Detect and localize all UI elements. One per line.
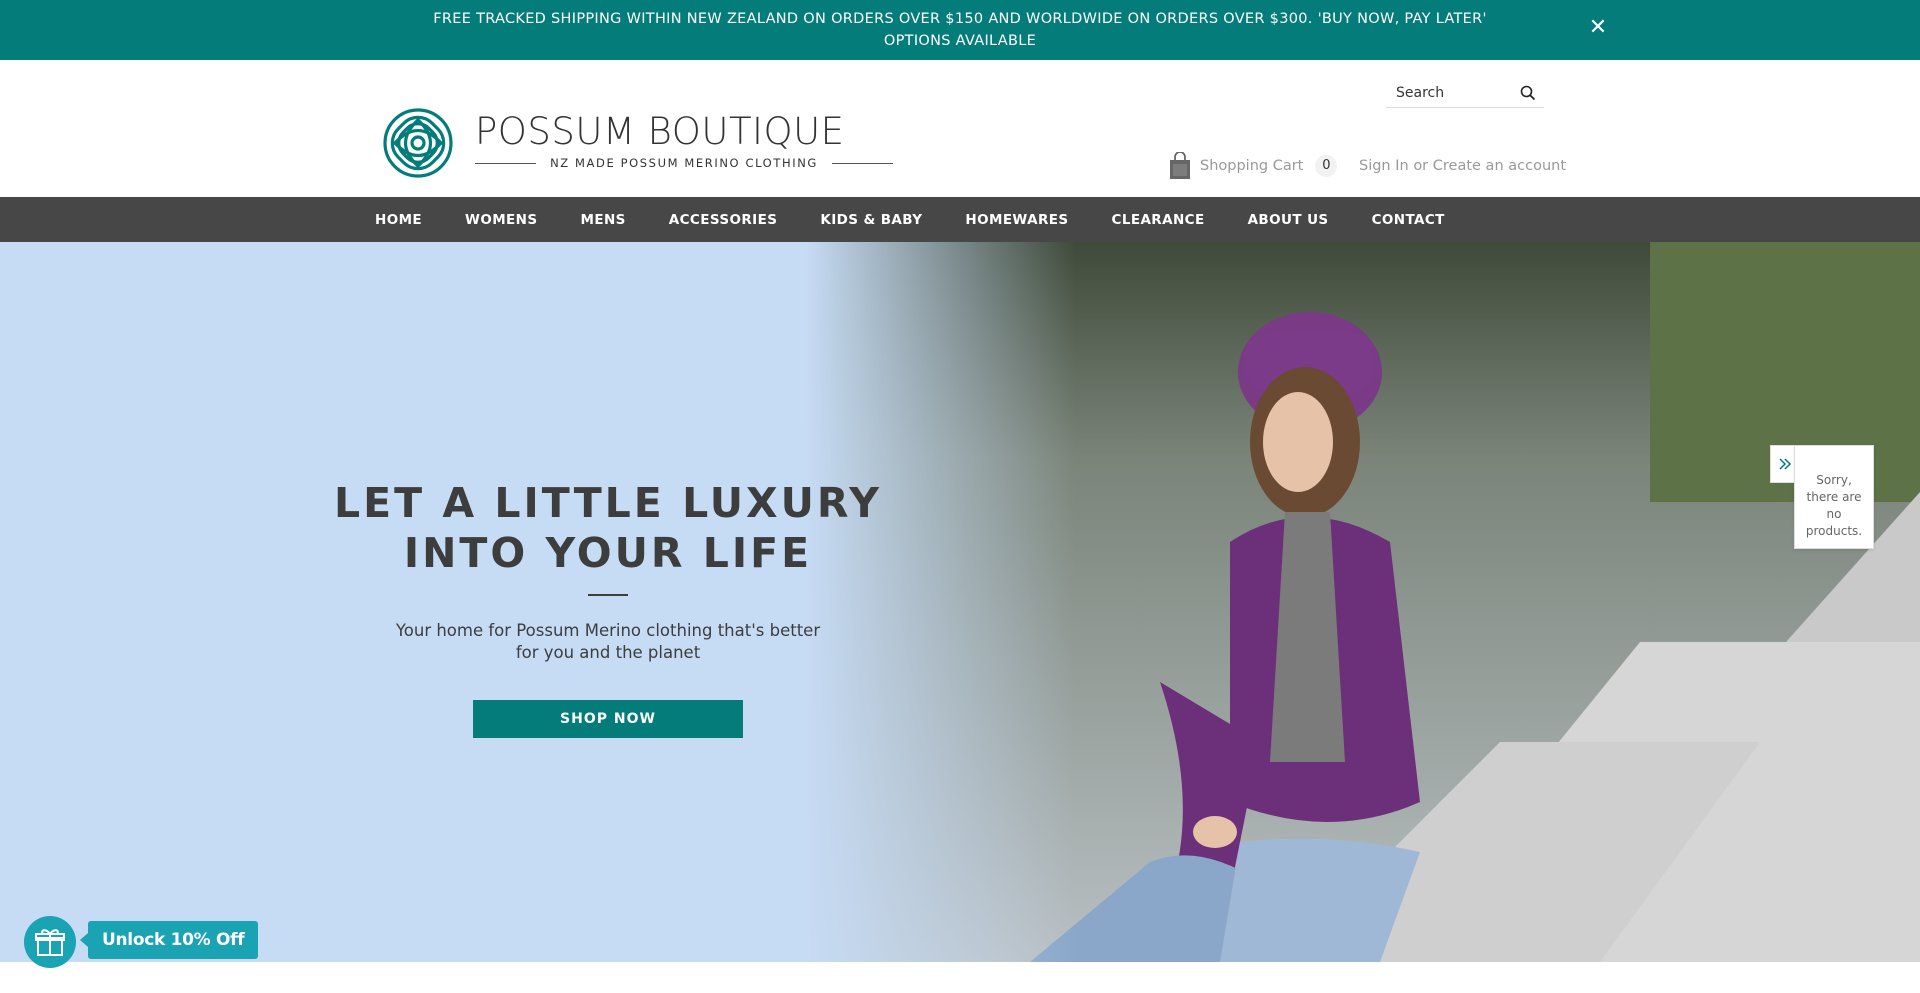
hero-subtitle: Your home for Possum Merino clothing tha… [395, 621, 821, 662]
hero-photo [0, 242, 1920, 962]
logo-knot-icon [383, 108, 453, 178]
nav-item-homewares[interactable]: HOMEWARES [965, 212, 1068, 228]
unlock-discount-button[interactable]: Unlock 10% Off [79, 921, 259, 959]
shopping-cart-link[interactable]: Shopping Cart 0 [1168, 152, 1338, 180]
logo-name: POSSUM BOUTIQUE [475, 110, 845, 153]
site-header: POSSUM BOUTIQUE NZ MADE POSSUM MERINO CL… [0, 60, 1920, 197]
logo-tagline: NZ MADE POSSUM MERINO CLOTHING [475, 156, 894, 170]
shop-now-button[interactable]: SHOP NOW [473, 700, 743, 738]
tagline-text: NZ MADE POSSUM MERINO CLOTHING [550, 156, 818, 170]
sign-in-link[interactable]: Sign In [1359, 158, 1409, 174]
nav-item-contact[interactable]: CONTACT [1372, 212, 1445, 228]
nav-item-home[interactable]: HOME [375, 212, 422, 228]
shopping-bag-icon [1170, 152, 1190, 179]
create-account-link[interactable]: Create an account [1433, 158, 1566, 174]
tagline-rule-left [475, 162, 537, 164]
rewards-launcher[interactable] [24, 916, 76, 968]
account-links: Sign In or Create an account [1359, 158, 1566, 174]
search-input[interactable] [1396, 82, 1511, 104]
close-icon[interactable]: ✕ [1586, 16, 1610, 40]
recently-viewed-panel: Sorry, there are no products. [1794, 445, 1874, 549]
account-separator: or [1413, 158, 1429, 174]
nav-item-about-us[interactable]: ABOUT US [1248, 212, 1329, 228]
nav-list: HOME WOMENS MENS ACCESSORIES KIDS & BABY… [375, 197, 1488, 242]
hero-title: LET A LITTLE LUXURY INTO YOUR LIFE [334, 479, 882, 577]
no-products-message: Sorry, there are no products. [1805, 473, 1863, 538]
double-chevron-right-icon [1779, 458, 1792, 470]
site-logo[interactable]: POSSUM BOUTIQUE NZ MADE POSSUM MERINO CL… [383, 108, 894, 180]
hero-divider [588, 594, 628, 596]
cart-count-badge: 0 [1315, 155, 1338, 177]
nav-item-womens[interactable]: WOMENS [465, 212, 537, 228]
tagline-rule-right [831, 162, 894, 164]
nav-item-accessories[interactable]: ACCESSORIES [669, 212, 778, 228]
nav-item-clearance[interactable]: CLEARANCE [1112, 212, 1205, 228]
nav-item-mens[interactable]: MENS [580, 212, 625, 228]
cart-label: Shopping Cart [1200, 158, 1304, 174]
announcement-bar: FREE TRACKED SHIPPING WITHIN NEW ZEALAND… [0, 0, 1920, 60]
gift-icon [35, 929, 65, 956]
nav-item-kids-baby[interactable]: KIDS & BABY [820, 212, 922, 228]
search-icon[interactable] [1520, 85, 1536, 101]
announcement-text: FREE TRACKED SHIPPING WITHIN NEW ZEALAND… [433, 11, 1487, 49]
main-nav: HOME WOMENS MENS ACCESSORIES KIDS & BABY… [0, 197, 1920, 242]
hero-banner: LET A LITTLE LUXURY INTO YOUR LIFE Your … [0, 242, 1920, 962]
search-box [1386, 78, 1544, 108]
